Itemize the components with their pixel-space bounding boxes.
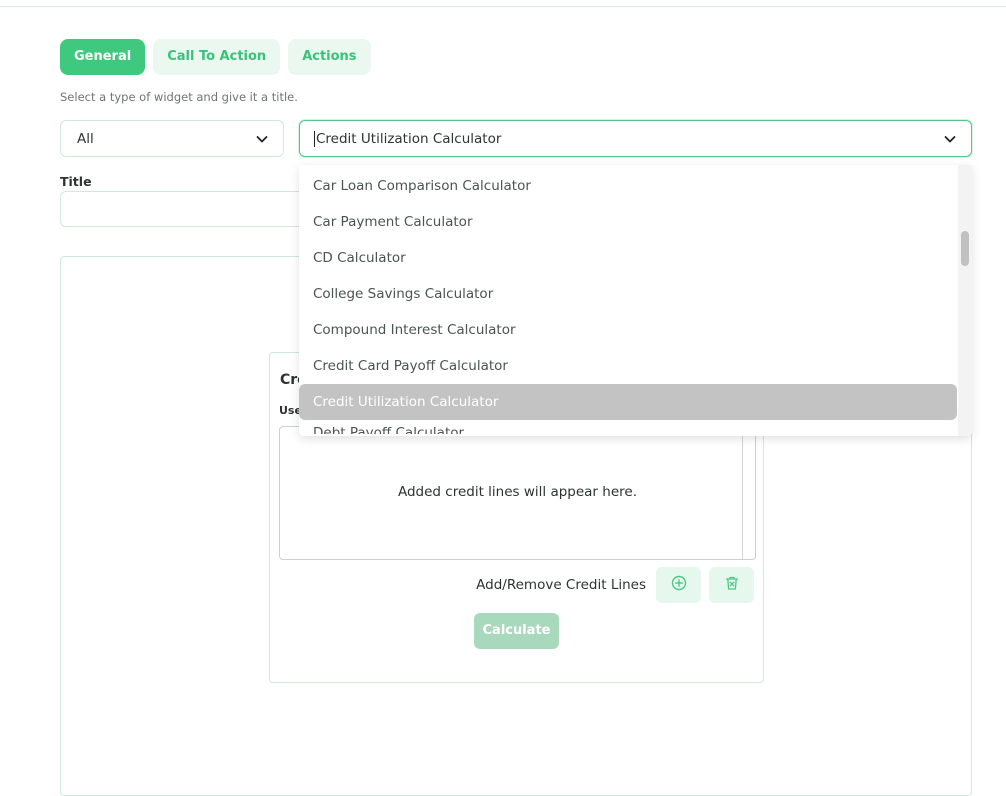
title-input[interactable]	[60, 191, 320, 227]
dropdown-option-car-loan-comparison[interactable]: Car Loan Comparison Calculator	[299, 168, 957, 204]
widget-hint-text: Select a type of widget and give it a ti…	[60, 90, 298, 104]
dropdown-scrollbar-track[interactable]	[958, 165, 972, 436]
calculate-button[interactable]: Calculate	[474, 613, 559, 649]
add-credit-line-button[interactable]	[656, 567, 701, 603]
tab-call-to-action[interactable]: Call To Action	[153, 39, 281, 75]
chevron-down-icon	[943, 132, 957, 146]
dropdown-option-credit-card-payoff[interactable]: Credit Card Payoff Calculator	[299, 348, 957, 384]
widget-select-dropdown: Car Loan Comparison Calculator Car Payme…	[299, 165, 972, 436]
chevron-down-icon	[255, 132, 269, 146]
widget-type-select[interactable]: All	[60, 120, 284, 157]
plus-circle-icon	[671, 575, 687, 595]
title-label: Title	[60, 174, 92, 189]
dropdown-option-college-savings[interactable]: College Savings Calculator	[299, 276, 957, 312]
credit-lines-list: Added credit lines will appear here.	[279, 426, 756, 560]
trash-icon	[724, 575, 740, 595]
tab-actions[interactable]: Actions	[288, 39, 371, 75]
widget-select[interactable]: Credit Utilization Calculator	[299, 120, 972, 157]
credit-lines-scrollbar[interactable]	[742, 427, 743, 559]
dropdown-option-car-payment[interactable]: Car Payment Calculator	[299, 204, 957, 240]
dropdown-option-cd[interactable]: CD Calculator	[299, 240, 957, 276]
dropdown-option-compound-interest[interactable]: Compound Interest Calculator	[299, 312, 957, 348]
remove-credit-line-button[interactable]	[709, 567, 754, 603]
widget-select-value: Credit Utilization Calculator	[316, 130, 502, 147]
credit-lines-label: Add/Remove Credit Lines	[476, 577, 646, 593]
dropdown-option-debt-payoff[interactable]: Debt Payoff Calculator	[299, 420, 957, 434]
credit-lines-controls: Add/Remove Credit Lines	[476, 567, 754, 603]
tab-general[interactable]: General	[60, 39, 146, 75]
dropdown-option-credit-utilization[interactable]: Credit Utilization Calculator	[299, 384, 957, 420]
tab-bar: General Call To Action Actions	[60, 39, 371, 75]
top-divider	[0, 6, 1006, 7]
credit-lines-empty-text: Added credit lines will appear here.	[397, 484, 637, 500]
dropdown-scrollbar-thumb[interactable]	[961, 231, 969, 266]
dropdown-options: Car Loan Comparison Calculator Car Payme…	[299, 168, 957, 434]
widget-type-value: All	[77, 130, 94, 147]
text-cursor	[314, 130, 315, 147]
